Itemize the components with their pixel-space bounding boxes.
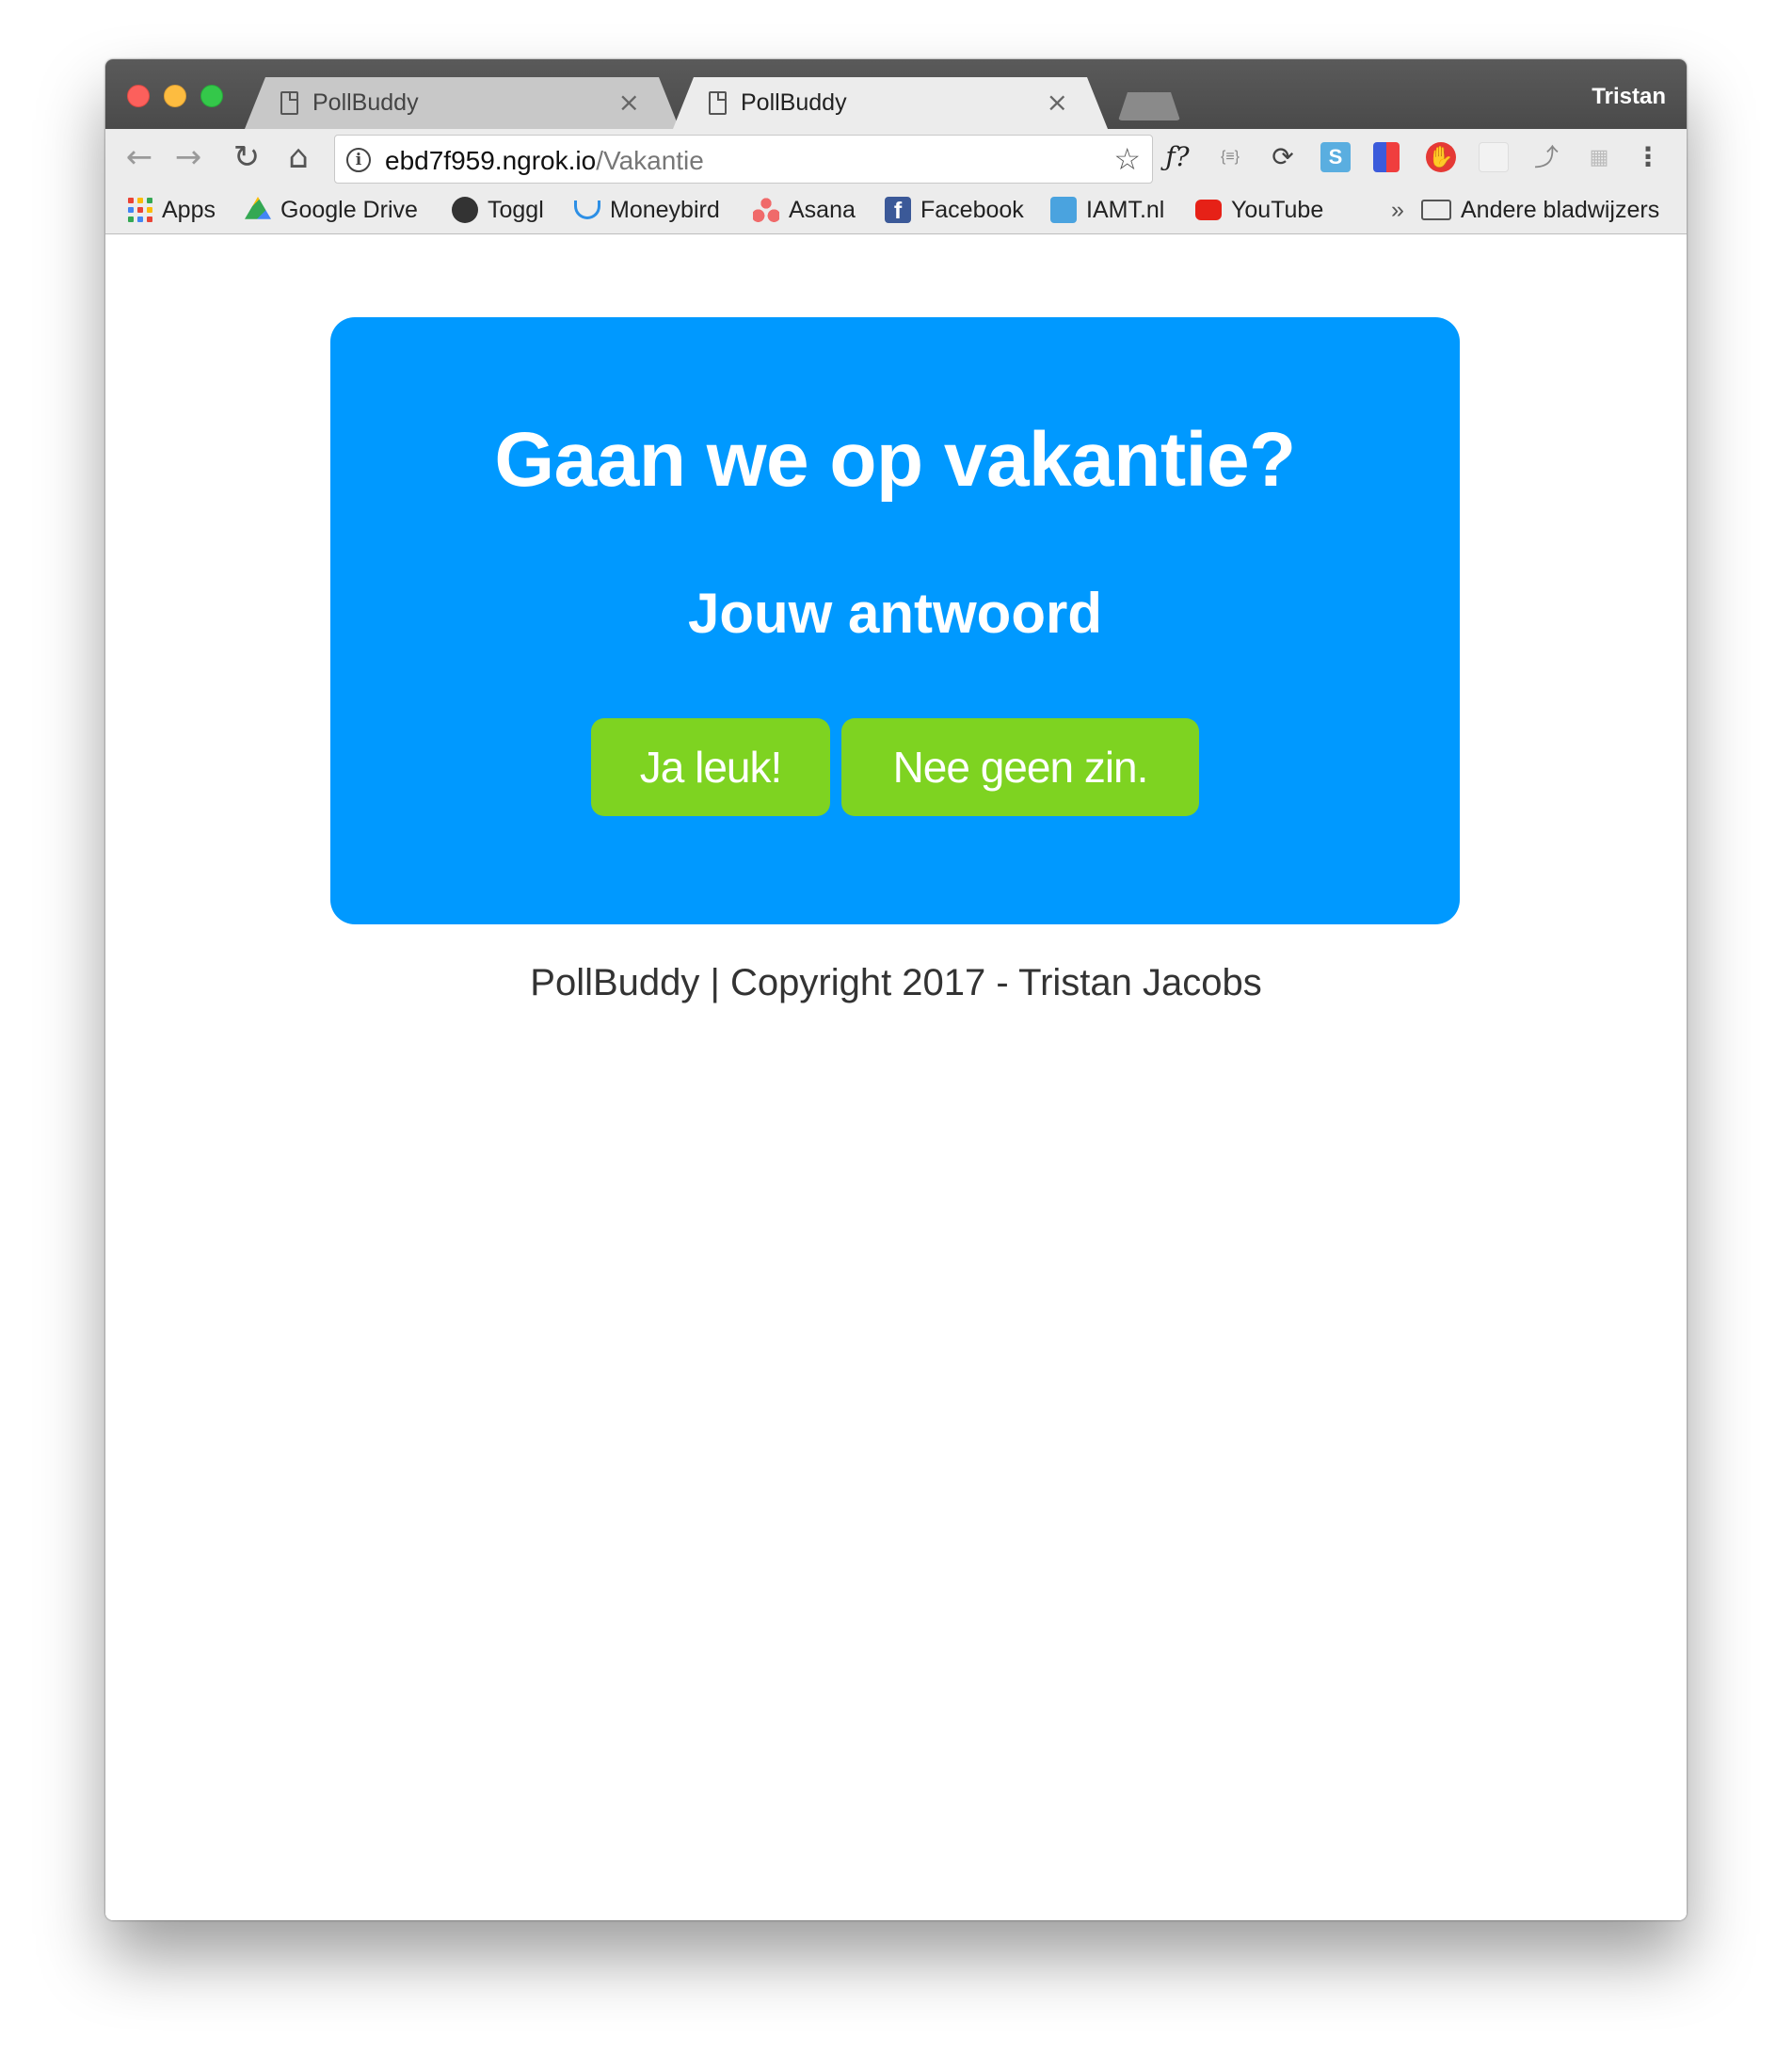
facebook-icon: f (885, 197, 911, 224)
tab-title: PollBuddy (312, 89, 419, 116)
page-icon (709, 91, 727, 115)
toolbar: ← → ↻ ⌂ i ebd7f959.ngrok.io/Vakantie ☆ ƒ… (105, 129, 1687, 185)
bookmarks-overflow-button[interactable]: » (1391, 195, 1404, 225)
new-tab-button[interactable] (1118, 92, 1180, 120)
skype-icon[interactable]: S (1320, 142, 1351, 172)
sync-icon[interactable]: ⟳ (1268, 142, 1298, 172)
browser-window: PollBuddy × PollBuddy × Tristan ← → ↻ ⌂ … (105, 59, 1687, 1920)
answer-yes-button[interactable]: Ja leuk! (591, 718, 830, 816)
other-bookmarks-folder[interactable]: Andere bladwijzers (1421, 195, 1659, 225)
close-window-button[interactable] (127, 85, 150, 107)
cursor-icon[interactable]: ⤴ (1531, 142, 1561, 172)
bookmark-toggl[interactable]: Toggl (452, 195, 544, 225)
profile-name[interactable]: Tristan (1592, 84, 1666, 110)
close-tab-icon[interactable]: × (1047, 87, 1068, 118)
page-footer: PollBuddy | Copyright 2017 - Tristan Jac… (530, 962, 1262, 1003)
bookmark-label: Google Drive (280, 196, 418, 223)
bookmark-label: YouTube (1231, 196, 1324, 223)
adblock-icon[interactable]: ✋ (1426, 142, 1456, 172)
tab-title: PollBuddy (741, 89, 847, 116)
title-bar: PollBuddy × PollBuddy × Tristan (105, 59, 1687, 129)
bookmark-google-drive[interactable]: Google Drive (245, 195, 418, 225)
bookmark-facebook[interactable]: f Facebook (885, 195, 1024, 225)
bookmarks-bar: Apps Google Drive Toggl Moneybird Asana … (105, 185, 1687, 234)
iamt-icon (1050, 197, 1077, 223)
bookmark-label: Toggl (488, 196, 544, 223)
moneybird-icon (574, 200, 600, 219)
close-tab-icon[interactable]: × (618, 87, 640, 118)
url-text[interactable]: ebd7f959.ngrok.io/Vakantie (385, 146, 704, 176)
back-arrow-icon[interactable]: ← (119, 136, 160, 178)
tab-pollbuddy-2[interactable]: PollBuddy × (673, 77, 1108, 129)
bookmark-label: Moneybird (610, 196, 720, 223)
bookmark-label: Asana (789, 196, 856, 223)
reload-icon[interactable]: ↻ (226, 136, 267, 178)
toggl-icon (452, 197, 478, 223)
apps-grid-icon (128, 198, 152, 222)
bookmark-moneybird[interactable]: Moneybird (574, 195, 720, 225)
bookmark-label: Facebook (920, 196, 1024, 223)
answer-heading: Jouw antwoord (688, 582, 1102, 645)
poll-card: Gaan we op vakantie? Jouw antwoord Ja le… (330, 317, 1460, 924)
puzzle-icon[interactable]: ▦ (1584, 142, 1614, 172)
answer-no-button[interactable]: Nee geen zin. (841, 718, 1199, 816)
bookmark-label: IAMT.nl (1086, 196, 1165, 223)
bookmark-star-icon[interactable]: ☆ (1113, 141, 1141, 177)
poll-question: Gaan we op vakantie? (494, 417, 1296, 503)
info-icon[interactable]: i (346, 148, 371, 172)
tab-pollbuddy-1[interactable]: PollBuddy × (245, 77, 680, 129)
address-bar[interactable]: i ebd7f959.ngrok.io/Vakantie ☆ (334, 135, 1153, 184)
formula-icon[interactable]: ƒ? (1162, 142, 1192, 172)
answer-buttons: Ja leuk! Nee geen zin. (330, 718, 1460, 816)
home-icon[interactable]: ⌂ (278, 136, 319, 178)
page-content: Gaan we op vakantie? Jouw antwoord Ja le… (105, 235, 1687, 1920)
json-icon[interactable]: {≡} (1215, 142, 1245, 172)
lighthouse-icon[interactable] (1373, 142, 1400, 172)
maximize-window-button[interactable] (200, 85, 223, 107)
bookmark-youtube[interactable]: YouTube (1195, 195, 1323, 225)
minimize-window-button[interactable] (164, 85, 186, 107)
bookmark-label: Andere bladwijzers (1461, 196, 1660, 223)
bookmark-asana[interactable]: Asana (753, 195, 856, 225)
bookmark-iamt[interactable]: IAMT.nl (1050, 195, 1164, 225)
youtube-icon (1195, 200, 1222, 220)
more-menu-icon[interactable]: ⋮ (1633, 142, 1663, 172)
google-drive-icon (245, 197, 271, 219)
page-icon (280, 91, 298, 115)
extension-icon[interactable] (1479, 142, 1509, 172)
asana-icon (753, 197, 779, 223)
bookmark-apps[interactable]: Apps (128, 195, 216, 225)
bookmark-label: Apps (162, 196, 216, 223)
forward-arrow-icon[interactable]: → (168, 136, 209, 178)
folder-icon (1421, 200, 1451, 220)
